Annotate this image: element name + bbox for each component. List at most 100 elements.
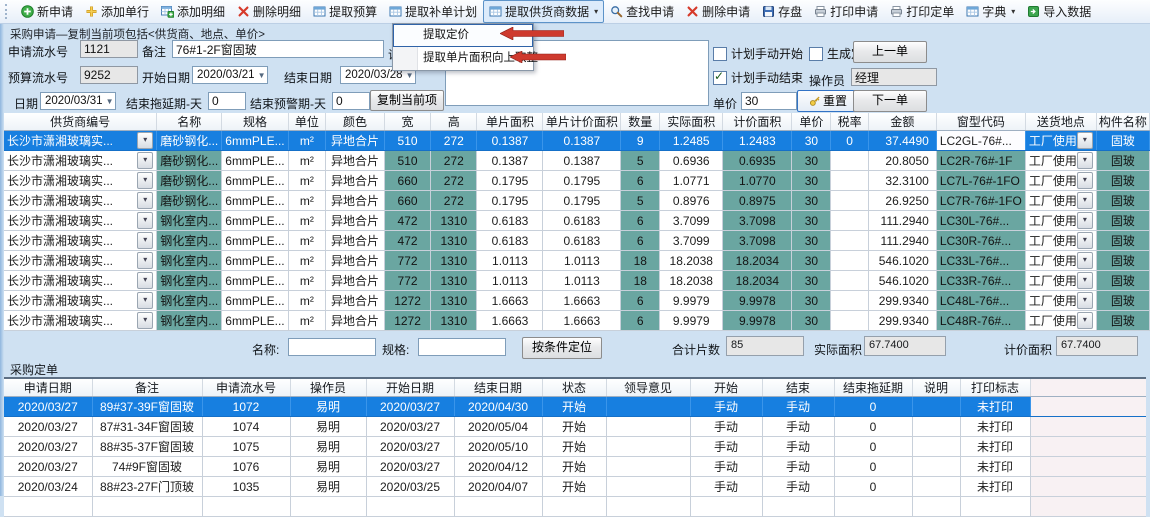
- cell-spec[interactable]: 6mmPLE...: [222, 231, 288, 251]
- cell-start[interactable]: [690, 497, 762, 517]
- cell-height[interactable]: 1310: [431, 231, 477, 251]
- cell-window-code[interactable]: LC7L-76#-1FO: [936, 171, 1025, 191]
- cell-spec[interactable]: 6mmPLE...: [222, 251, 288, 271]
- column-header-width[interactable]: 宽: [384, 113, 430, 131]
- cell-unit-price[interactable]: 30: [792, 251, 831, 271]
- column-header-note[interactable]: 说明: [912, 378, 960, 397]
- cell-amount[interactable]: 111.2940: [868, 231, 936, 251]
- toolbar-button-delete-request[interactable]: 删除申请: [680, 0, 756, 23]
- dropdown-arrow-icon[interactable]: ▾: [137, 232, 153, 249]
- cell-amount[interactable]: 546.1020: [868, 251, 936, 271]
- cell-status[interactable]: 开始: [542, 477, 606, 497]
- cell-qty[interactable]: 9: [621, 131, 660, 151]
- cell-delivery[interactable]: 工厂使用▾: [1025, 251, 1096, 271]
- cell-delivery[interactable]: 工厂使用▾: [1025, 211, 1096, 231]
- cell-amount[interactable]: 299.9340: [868, 291, 936, 311]
- table-row[interactable]: 长沙市潇湘玻璃实...▾磨砂钢化...6mmPLE...m²异地合片510272…: [4, 151, 1150, 171]
- cell-note[interactable]: [912, 397, 960, 417]
- locate-button[interactable]: 按条件定位: [522, 337, 602, 359]
- cell-unit[interactable]: m²: [288, 271, 325, 291]
- cell-height[interactable]: 272: [431, 151, 477, 171]
- column-header-end-delay[interactable]: 结束拖延期: [834, 378, 912, 397]
- cell-serial-no[interactable]: [202, 497, 290, 517]
- start-date-select[interactable]: 2020/03/21▼: [192, 66, 268, 84]
- toolbar-button-find-request[interactable]: 查找申请: [604, 0, 680, 23]
- cell-width[interactable]: 772: [384, 271, 430, 291]
- next-order-button[interactable]: 下一单: [853, 90, 927, 112]
- toolbar-button-add-row[interactable]: 添加单行: [79, 0, 155, 23]
- cell-qty[interactable]: 18: [621, 271, 660, 291]
- dropdown-arrow-icon[interactable]: ▾: [137, 212, 153, 229]
- cell-operator[interactable]: 易明: [290, 397, 366, 417]
- cell-unit[interactable]: m²: [288, 291, 325, 311]
- cell-unit-price[interactable]: 30: [792, 151, 831, 171]
- cell-note[interactable]: [912, 417, 960, 437]
- cell-name[interactable]: 钢化室内...: [157, 291, 222, 311]
- cell-height[interactable]: 1310: [431, 251, 477, 271]
- cell-color[interactable]: 异地合片: [326, 311, 385, 331]
- cell-color[interactable]: 异地合片: [326, 251, 385, 271]
- toolbar-button-fetch-budget[interactable]: 提取预算: [307, 0, 383, 23]
- cell-unit[interactable]: m²: [288, 131, 325, 151]
- cell-end[interactable]: 手动: [762, 417, 834, 437]
- cell-spec[interactable]: 6mmPLE...: [222, 191, 288, 211]
- cell-print-flag[interactable]: 未打印: [960, 397, 1030, 417]
- column-header-amount[interactable]: 金额: [868, 113, 936, 131]
- cell-piece-area[interactable]: 0.6183: [477, 231, 543, 251]
- column-header-piece-price-area[interactable]: 单片计价面积: [543, 113, 621, 131]
- dropdown-arrow-icon[interactable]: ▾: [137, 272, 153, 289]
- dropdown-arrow-icon[interactable]: ▾: [137, 292, 153, 309]
- cell-tax-rate[interactable]: [831, 191, 868, 211]
- cell-component[interactable]: 固玻: [1096, 311, 1149, 331]
- cell-apply-date[interactable]: [4, 497, 92, 517]
- cell-width[interactable]: 1272: [384, 291, 430, 311]
- cell-end-delay[interactable]: 0: [834, 457, 912, 477]
- cell-height[interactable]: 1310: [431, 211, 477, 231]
- cell-status[interactable]: 开始: [542, 457, 606, 477]
- cell-price-area[interactable]: 9.9978: [723, 311, 792, 331]
- cell-color[interactable]: 异地合片: [326, 171, 385, 191]
- cell-piece-price-area[interactable]: 1.6663: [543, 291, 621, 311]
- column-header-piece-area[interactable]: 单片面积: [477, 113, 543, 131]
- dropdown-arrow-icon[interactable]: ▾: [137, 252, 153, 269]
- cell-amount[interactable]: 26.9250: [868, 191, 936, 211]
- cell-window-code[interactable]: LC2GL-76#...: [936, 131, 1025, 151]
- cell-end-delay[interactable]: 0: [834, 397, 912, 417]
- cell-remark[interactable]: 87#31-34F窗固玻: [92, 417, 202, 437]
- table-row[interactable]: 长沙市潇湘玻璃实...▾钢化室内...6mmPLE...m²异地合片472131…: [4, 231, 1150, 251]
- cell-end-date[interactable]: 2020/05/10: [454, 437, 542, 457]
- cell-piece-area[interactable]: 0.1795: [477, 171, 543, 191]
- cell-name[interactable]: 钢化室内...: [157, 271, 222, 291]
- cell-unit[interactable]: m²: [288, 231, 325, 251]
- column-header-apply-date[interactable]: 申请日期: [4, 378, 92, 397]
- cell-window-code[interactable]: LC7R-76#-1FO: [936, 191, 1025, 211]
- toolbar-button-fetch-supplement-plan[interactable]: 提取补单计划: [383, 0, 483, 23]
- cell-unit-price[interactable]: 30: [792, 171, 831, 191]
- cell-unit-price[interactable]: 30: [792, 191, 831, 211]
- dropdown-arrow-icon[interactable]: ▾: [1077, 232, 1093, 249]
- cell-end-date[interactable]: 2020/04/12: [454, 457, 542, 477]
- cell-end[interactable]: 手动: [762, 437, 834, 457]
- column-header-component[interactable]: 构件名称: [1096, 113, 1149, 131]
- cell-spec[interactable]: 6mmPLE...: [222, 131, 288, 151]
- cell-price-area[interactable]: 3.7098: [723, 231, 792, 251]
- cell-amount[interactable]: 299.9340: [868, 311, 936, 331]
- cell-status[interactable]: 开始: [542, 397, 606, 417]
- column-header-color[interactable]: 颜色: [326, 113, 385, 131]
- unit-price-input[interactable]: [741, 92, 797, 110]
- table-row[interactable]: 长沙市潇湘玻璃实...▾钢化室内...6mmPLE...m²异地合片772131…: [4, 251, 1150, 271]
- cell-print-flag[interactable]: 未打印: [960, 437, 1030, 457]
- cell-remark[interactable]: 89#37-39F窗固玻: [92, 397, 202, 417]
- cell-tax-rate[interactable]: [831, 291, 868, 311]
- cell-serial-no[interactable]: 1072: [202, 397, 290, 417]
- end-delay-input[interactable]: [208, 92, 246, 110]
- cell-name[interactable]: 钢化室内...: [157, 251, 222, 271]
- cell-name[interactable]: 钢化室内...: [157, 211, 222, 231]
- cell-width[interactable]: 472: [384, 211, 430, 231]
- cell-remark[interactable]: 88#35-37F窗固玻: [92, 437, 202, 457]
- cell-component[interactable]: 固玻: [1096, 291, 1149, 311]
- cell-tax-rate[interactable]: 0: [831, 131, 868, 151]
- dropdown-arrow-icon[interactable]: ▾: [1077, 292, 1093, 309]
- cell-piece-price-area[interactable]: 1.0113: [543, 251, 621, 271]
- cell-price-area[interactable]: 1.2483: [723, 131, 792, 151]
